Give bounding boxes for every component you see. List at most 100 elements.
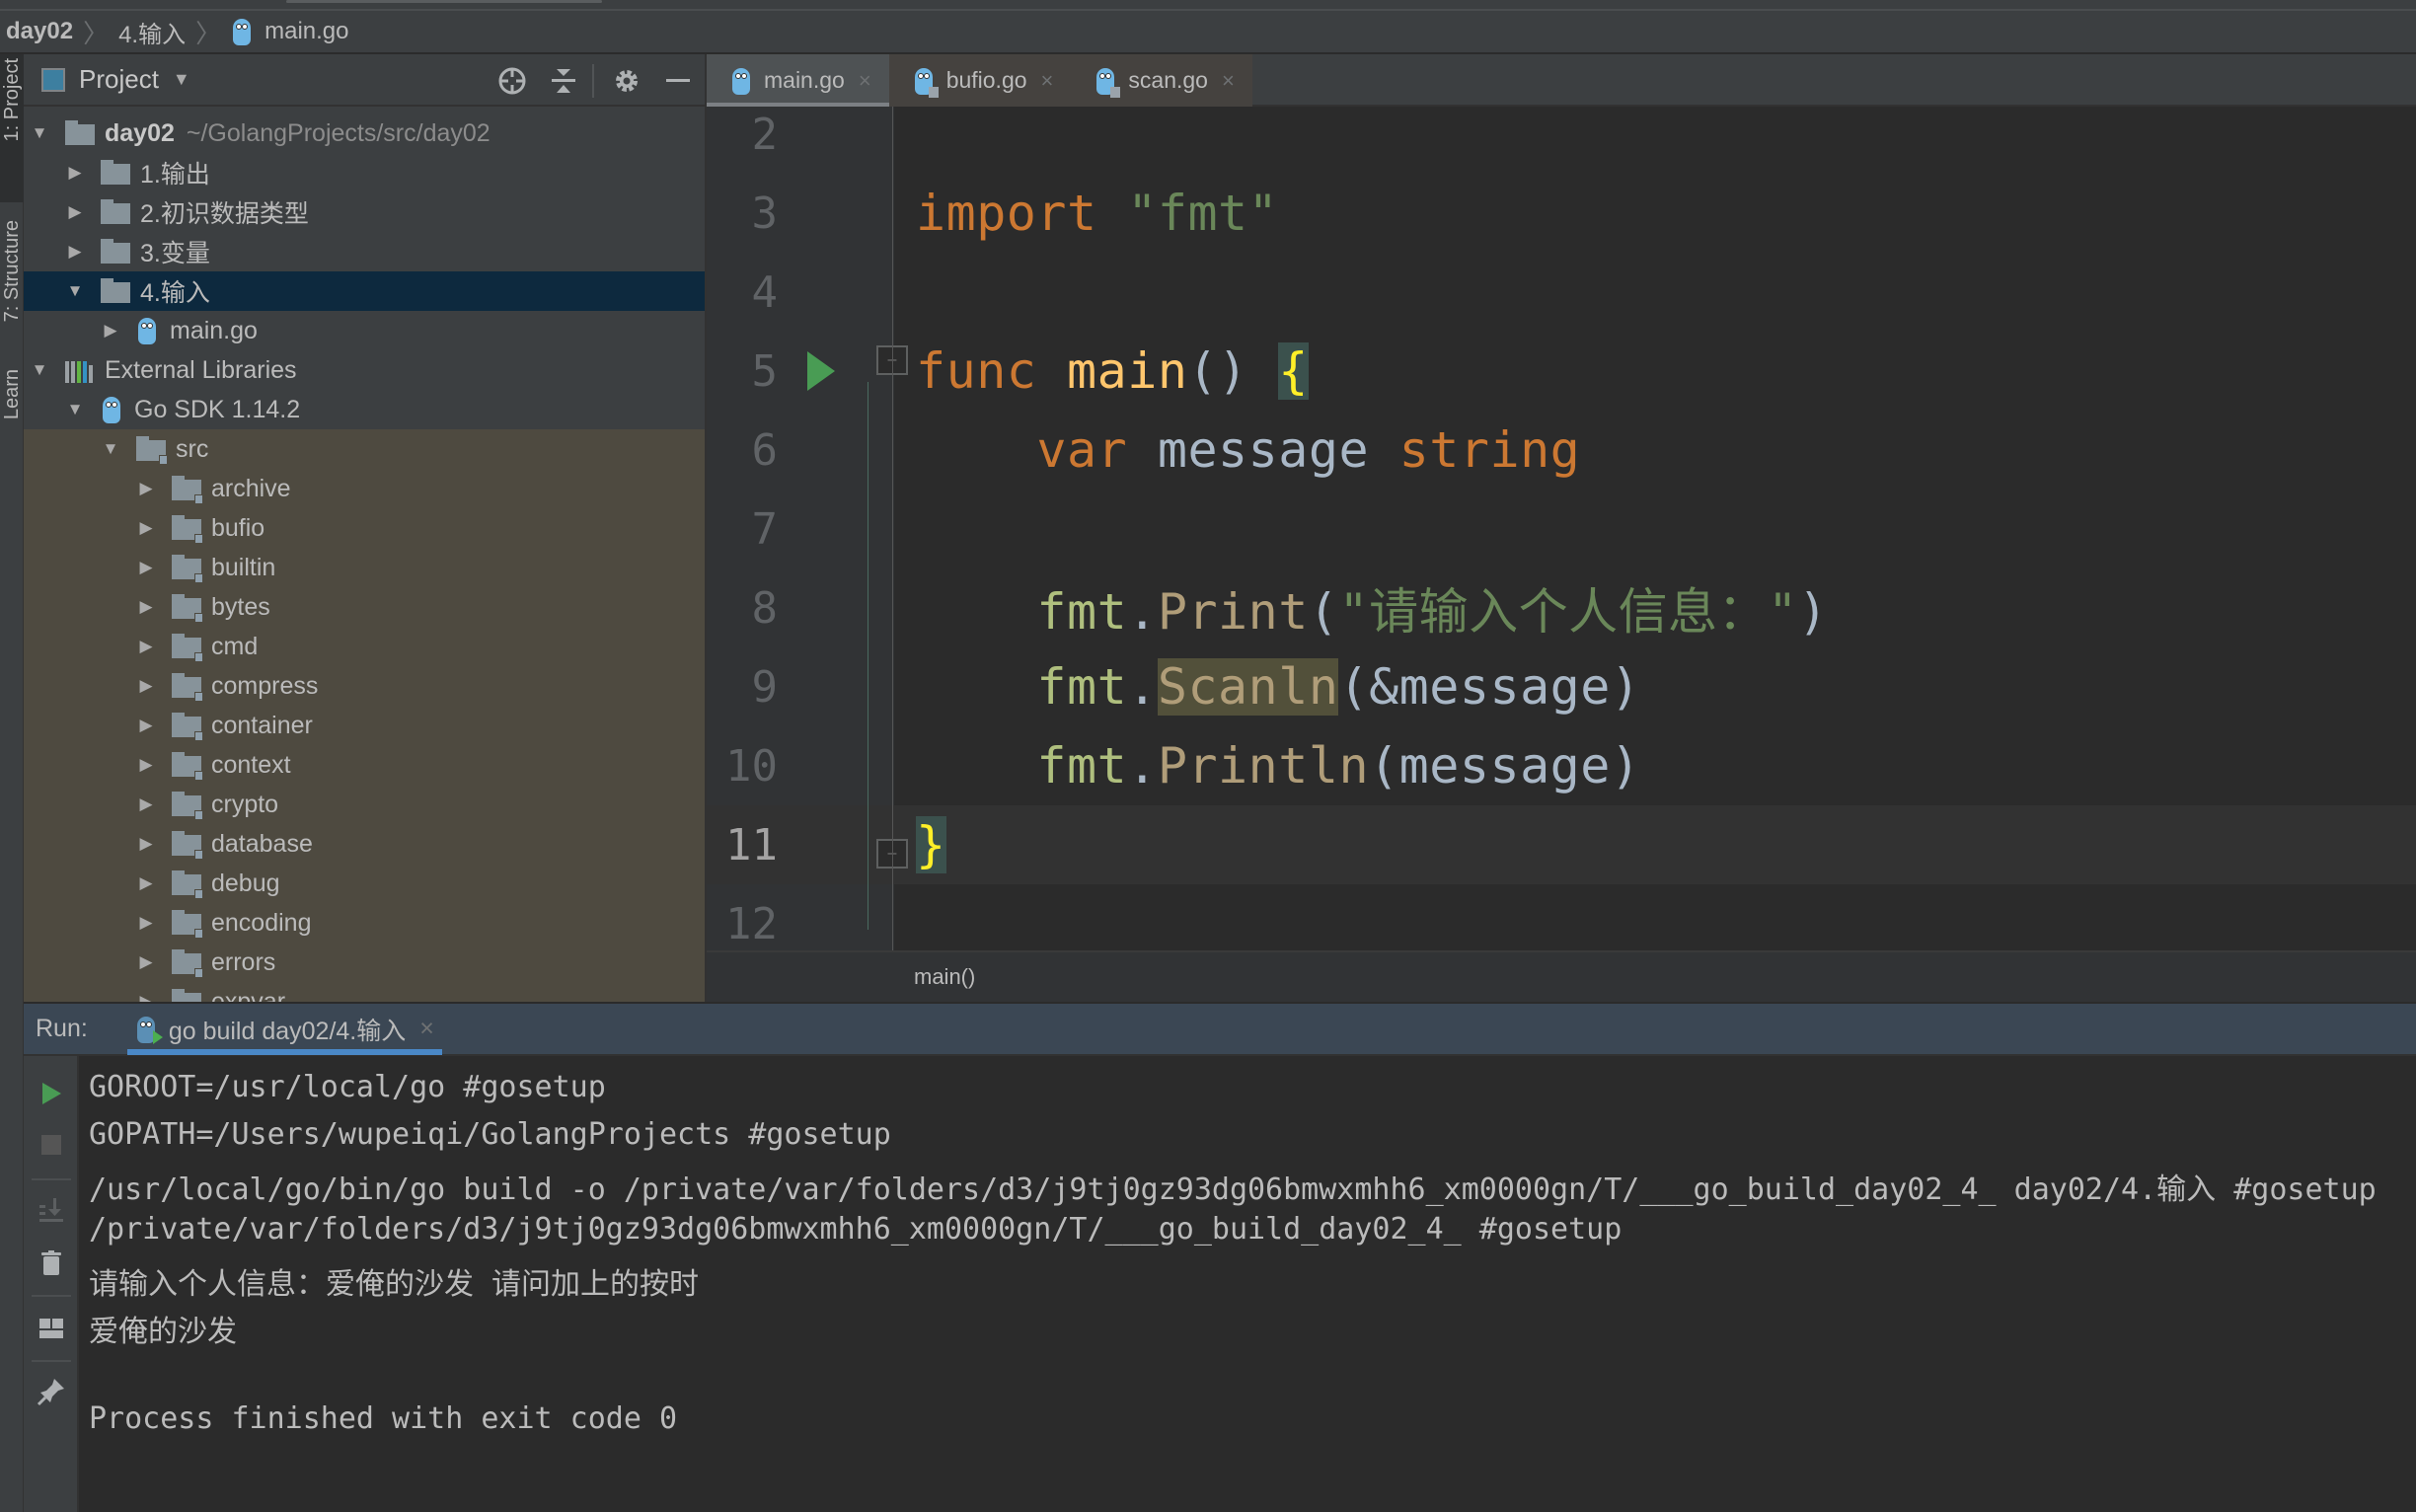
chevron-right-icon[interactable]: ▶	[136, 637, 156, 656]
scroll-to-end-icon[interactable]	[24, 1190, 79, 1230]
gear-icon[interactable]	[612, 66, 642, 96]
chevron-right-icon[interactable]: ▶	[136, 755, 156, 775]
tool-tab-project[interactable]: 1: Project	[0, 54, 24, 202]
chevron-right-icon[interactable]: ▶	[136, 597, 156, 617]
tree-item-archive[interactable]: ▶ archive	[24, 469, 705, 508]
code-line: 4	[707, 253, 2416, 332]
go-file-icon	[730, 66, 752, 96]
project-view-selector[interactable]: Project ▼	[41, 64, 190, 95]
chevron-right-icon[interactable]: ▶	[136, 518, 156, 538]
chevron-right-icon[interactable]: ▶	[136, 952, 156, 972]
folder-icon	[101, 160, 132, 186]
code-line: 11–}	[707, 805, 2416, 884]
tree-item-expvar[interactable]: ▶ expvar	[24, 982, 705, 1002]
chevron-down-icon[interactable]: ▼	[101, 439, 120, 459]
line-number: 8	[751, 582, 779, 634]
folder-icon	[65, 120, 97, 146]
pin-icon[interactable]	[24, 1372, 79, 1411]
chevron-right-icon[interactable]: ▶	[136, 479, 156, 498]
line-number: 9	[751, 661, 779, 713]
tree-item-day02[interactable]: ▼ day02 ~/GolangProjects/src/day02	[24, 113, 705, 153]
tree-item-database[interactable]: ▶ database	[24, 824, 705, 864]
layout-icon[interactable]	[24, 1309, 79, 1348]
code-text: func main() {	[916, 342, 1309, 400]
tool-tab-learn[interactable]: Learn	[0, 340, 24, 449]
tree-item-label: 2.初识数据类型	[140, 200, 309, 228]
run-gutter-icon[interactable]	[807, 351, 835, 391]
tree-item-3-[interactable]: ▶ 3.变量	[24, 232, 705, 271]
tree-item-go-sdk-1-14-2[interactable]: ▼ Go SDK 1.14.2	[24, 390, 705, 429]
code-line: 6 var message string	[707, 411, 2416, 490]
tab-scan-go[interactable]: scan.go ×	[1071, 54, 1252, 107]
tree-item-src[interactable]: ▼ src	[24, 429, 705, 469]
clear-all-icon[interactable]	[24, 1244, 79, 1283]
close-icon[interactable]: ×	[859, 68, 871, 94]
chevron-right-icon[interactable]: ▶	[65, 242, 85, 262]
tab-bufio-go[interactable]: bufio.go ×	[888, 54, 1072, 107]
tree-item-4-[interactable]: ▼ 4.输入	[24, 271, 705, 311]
line-number: 6	[751, 424, 779, 476]
chevron-right-icon[interactable]: ▶	[136, 794, 156, 814]
editor-breadcrumb-function[interactable]: main()	[914, 964, 975, 990]
tree-item-debug[interactable]: ▶ debug	[24, 864, 705, 903]
chevron-right-icon[interactable]: ▶	[136, 716, 156, 735]
locked-folder-icon	[172, 949, 203, 978]
breadcrumb-day02[interactable]: day02	[6, 18, 73, 45]
rerun-icon[interactable]	[24, 1074, 79, 1113]
hide-panel-icon[interactable]	[663, 66, 693, 96]
go-readonly-file-icon	[913, 66, 939, 98]
breadcrumb-folder[interactable]: 4.输入	[118, 15, 186, 49]
project-panel: Project ▼ ▼ day02 ~/GolangProjects/src/day…	[24, 54, 707, 1002]
chevron-right-icon[interactable]: ▶	[136, 558, 156, 577]
tree-item-errors[interactable]: ▶ errors	[24, 943, 705, 982]
code-area[interactable]: 23import "fmt"45–func main() {6 var mess…	[707, 107, 2416, 950]
tree-item-cmd[interactable]: ▶ cmd	[24, 627, 705, 666]
tab-main-go[interactable]: main.go ×	[707, 54, 889, 109]
chevron-right-icon[interactable]: ▶	[65, 163, 85, 183]
chevron-right-icon[interactable]: ▶	[136, 873, 156, 893]
close-icon[interactable]: ×	[1041, 68, 1054, 94]
chevron-right-icon[interactable]: ▶	[136, 992, 156, 1002]
close-icon[interactable]: ×	[1222, 68, 1235, 94]
line-number: 12	[725, 898, 778, 949]
tree-item-1-[interactable]: ▶ 1.输出	[24, 153, 705, 192]
console-line: Process finished with exit code 0	[89, 1401, 678, 1436]
chevron-down-icon[interactable]: ▼	[30, 123, 49, 143]
chevron-down-icon[interactable]: ▼	[65, 281, 85, 301]
breadcrumb-label: day02	[6, 18, 74, 44]
chevron-right-icon[interactable]: ▶	[101, 321, 120, 340]
stop-icon[interactable]	[24, 1125, 79, 1165]
tree-item-label: compress	[211, 671, 319, 700]
run-console-output[interactable]: GOROOT=/usr/local/go #gosetup GOPATH=/Use…	[81, 1056, 2416, 1512]
tree-item-bufio[interactable]: ▶ bufio	[24, 508, 705, 548]
tree-item-encoding[interactable]: ▶ encoding	[24, 903, 705, 943]
tree-item-context[interactable]: ▶ context	[24, 745, 705, 785]
tree-item-compress[interactable]: ▶ compress	[24, 666, 705, 706]
run-configuration-tab[interactable]: go build day02/4.输入 ×	[126, 1003, 442, 1055]
chevron-right-icon[interactable]: ▶	[136, 676, 156, 696]
code-text: fmt.Print("请输入个人信息：")	[1036, 583, 1829, 641]
folder-icon	[101, 278, 132, 304]
tool-tab-label: Learn	[0, 369, 23, 420]
chevron-down-icon[interactable]: ▼	[65, 400, 85, 419]
chevron-right-icon[interactable]: ▶	[136, 913, 156, 933]
tree-item-builtin[interactable]: ▶ builtin	[24, 548, 705, 587]
tree-item-crypto[interactable]: ▶ crypto	[24, 785, 705, 824]
tree-item-external-libraries[interactable]: ▼ External Libraries	[24, 350, 705, 390]
collapse-all-icon[interactable]	[549, 66, 578, 96]
close-icon[interactable]: ×	[419, 1015, 434, 1043]
breadcrumb-file[interactable]: main.go	[231, 17, 349, 46]
tree-item-bytes[interactable]: ▶ bytes	[24, 587, 705, 627]
tree-item-main-go[interactable]: ▶ main.go	[24, 311, 705, 350]
locked-folder-icon	[136, 436, 168, 465]
window-top-strip	[0, 0, 2416, 9]
chevron-right-icon[interactable]: ▶	[136, 834, 156, 854]
chevron-down-icon[interactable]: ▼	[30, 360, 49, 380]
tree-item-2-[interactable]: ▶ 2.初识数据类型	[24, 192, 705, 232]
chevron-right-icon[interactable]: ▶	[65, 202, 85, 222]
locate-icon[interactable]	[497, 66, 527, 96]
tab-label: bufio.go	[945, 67, 1027, 93]
tool-tab-structure[interactable]: 7: Structure	[0, 202, 24, 340]
go-run-config-icon	[135, 1015, 163, 1044]
tree-item-container[interactable]: ▶ container	[24, 706, 705, 745]
